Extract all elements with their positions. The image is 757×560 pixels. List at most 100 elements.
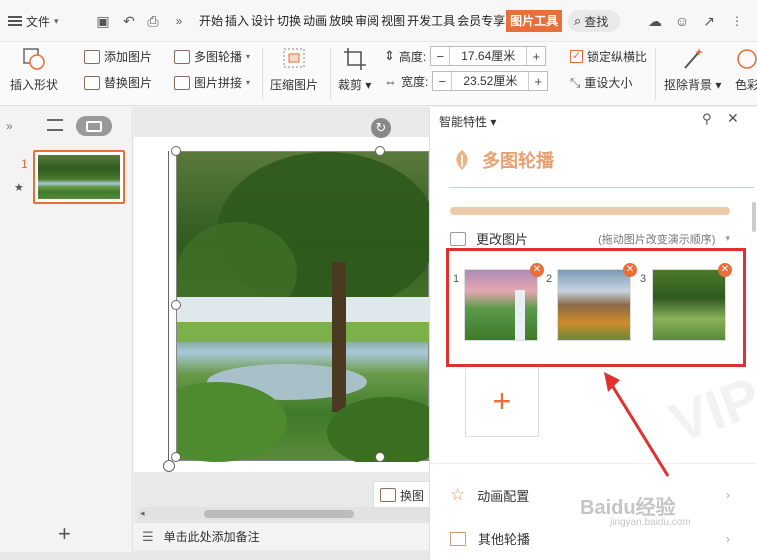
- notes-placeholder: 单击此处添加备注: [163, 530, 260, 544]
- other-carousel-row[interactable]: 其他轮播 ›: [450, 529, 730, 548]
- multi-carousel-button[interactable]: 多图轮播 ▾: [174, 48, 250, 65]
- share-icon[interactable]: ↗: [700, 12, 718, 30]
- hamburger-icon: [8, 16, 22, 26]
- height-field: ⇕ 高度: − 17.64厘米 +: [384, 46, 547, 66]
- tab-insert[interactable]: 插入: [224, 10, 250, 32]
- insert-shape-button[interactable]: 插入形状: [10, 46, 58, 93]
- resize-handle[interactable]: [171, 300, 181, 310]
- add-slide-icon[interactable]: +: [58, 523, 71, 545]
- tab-member[interactable]: 会员专享: [456, 10, 506, 32]
- add-icon: +: [492, 382, 512, 419]
- resize-handle[interactable]: [171, 146, 181, 156]
- remove-background-button[interactable]: 抠除背景 ▾: [664, 46, 721, 93]
- palette-icon: [737, 49, 757, 69]
- height-label: 高度:: [398, 49, 427, 64]
- change-picture-label: 更改图片: [476, 232, 529, 247]
- carousel-icon: [450, 531, 466, 546]
- user-icon[interactable]: ☺: [673, 12, 691, 30]
- animation-config-label: 动画配置: [477, 488, 530, 504]
- landscape-illustration: [177, 152, 430, 462]
- replace-picture-label: 替换图片: [104, 76, 153, 90]
- resize-handle[interactable]: [375, 146, 385, 156]
- picture-collage-button[interactable]: 图片拼接 ▾: [174, 74, 250, 91]
- chevron-down-icon: ▾: [725, 233, 730, 243]
- pin-icon[interactable]: ⚲: [702, 111, 712, 127]
- watermark-url: jingyan.baidu.com: [610, 517, 691, 528]
- width-stepper[interactable]: − 23.52厘米 +: [432, 71, 549, 91]
- horizontal-scrollbar[interactable]: ◂: [138, 507, 429, 521]
- thumbnail-image: [38, 155, 120, 199]
- color-button[interactable]: 色彩: [733, 46, 757, 93]
- chevron-down-icon: ▾: [54, 15, 59, 26]
- lock-ratio-checkbox[interactable]: ✓ 锁定纵横比: [570, 48, 647, 65]
- change-picture-row[interactable]: 更改图片 (拖动图片改变演示顺序) ▾: [450, 229, 730, 248]
- tab-slideshow[interactable]: 放映: [328, 10, 354, 32]
- tab-animation[interactable]: 动画: [302, 10, 328, 32]
- tab-view[interactable]: 视图: [380, 10, 406, 32]
- scroll-left-icon[interactable]: ◂: [140, 508, 145, 519]
- cloud-icon[interactable]: ☁: [646, 12, 664, 30]
- scrollbar-thumb[interactable]: [204, 510, 354, 518]
- lock-ratio-label: 锁定纵横比: [587, 50, 648, 64]
- add-picture-label: 添加图片: [104, 50, 153, 64]
- rotate-icon[interactable]: ↻: [371, 118, 391, 138]
- pane-scrollbar[interactable]: [752, 202, 756, 232]
- ribbon-divider: [262, 48, 263, 100]
- highlight-box: [446, 248, 746, 367]
- picture-icon: [84, 49, 100, 64]
- search-label: 查找: [584, 14, 609, 29]
- close-icon[interactable]: ✕: [727, 110, 739, 127]
- resize-handle[interactable]: [375, 452, 385, 462]
- replace-picture-button[interactable]: 替换图片: [84, 74, 152, 91]
- height-decrease-button[interactable]: −: [431, 49, 449, 64]
- reset-size-button[interactable]: ⤡ 重设大小: [570, 74, 632, 91]
- slide-view-toggle[interactable]: [76, 116, 112, 136]
- height-stepper[interactable]: − 17.64厘米 +: [430, 46, 547, 66]
- tab-developer[interactable]: 开发工具: [406, 10, 456, 32]
- chevron-right-icon: ›: [726, 488, 730, 502]
- tab-design[interactable]: 设计: [250, 10, 276, 32]
- height-input[interactable]: 17.64厘米: [449, 47, 528, 65]
- star-icon: ★: [14, 182, 24, 194]
- outline-view-icon[interactable]: [47, 119, 63, 131]
- other-carousel-label: 其他轮播: [478, 532, 531, 547]
- multi-carousel-label: 多图轮播: [194, 50, 243, 64]
- height-increase-button[interactable]: +: [527, 49, 545, 64]
- more-icon[interactable]: »: [170, 12, 188, 30]
- compress-picture-button[interactable]: 压缩图片: [270, 46, 318, 93]
- more-options-icon[interactable]: ⋮: [728, 12, 746, 30]
- width-increase-button[interactable]: +: [529, 74, 547, 89]
- picture-icon: [450, 231, 466, 246]
- add-picture-button[interactable]: 添加图片: [84, 48, 152, 65]
- slide-picture[interactable]: [176, 151, 430, 462]
- width-input[interactable]: 23.52厘米: [451, 72, 530, 90]
- crop-button[interactable]: 裁剪 ▾: [338, 46, 371, 93]
- search-button[interactable]: ⌕ 查找: [568, 10, 620, 32]
- star-outline-icon: ☆: [450, 485, 466, 504]
- tab-transition[interactable]: 切换: [276, 10, 302, 32]
- notes-bar[interactable]: ☰ 单击此处添加备注: [134, 522, 429, 550]
- selection-border: [168, 151, 169, 461]
- compress-picture-label: 压缩图片: [270, 78, 319, 92]
- tab-home[interactable]: 开始: [198, 10, 224, 32]
- replace-picture-floating-button[interactable]: 换图: [373, 481, 431, 509]
- resize-handle[interactable]: [163, 460, 175, 472]
- chevron-down-icon: ▾: [246, 52, 251, 61]
- tab-picture-tools[interactable]: 图片工具: [506, 10, 563, 32]
- collapse-pane-icon[interactable]: »: [6, 119, 13, 133]
- file-menu[interactable]: 文件 ▾: [8, 10, 59, 32]
- width-field: ⇔ 宽度: − 23.52厘米 +: [384, 71, 549, 91]
- section-title: 多图轮播: [482, 151, 554, 171]
- slide-thumbnail-1[interactable]: [33, 150, 125, 204]
- tab-review[interactable]: 审阅: [354, 10, 380, 32]
- carousel-icon: [174, 49, 190, 64]
- slide-number: 1: [21, 157, 28, 171]
- width-decrease-button[interactable]: −: [433, 74, 451, 89]
- picture-icon: [380, 488, 396, 502]
- print-icon[interactable]: ⎙: [144, 12, 162, 30]
- save-icon[interactable]: ▣: [94, 12, 112, 30]
- search-icon: ⌕: [574, 13, 582, 28]
- pane-header[interactable]: 智能特性 ▾: [439, 113, 496, 130]
- undo-icon[interactable]: ↶: [120, 12, 138, 30]
- add-picture-tile[interactable]: +: [465, 365, 539, 437]
